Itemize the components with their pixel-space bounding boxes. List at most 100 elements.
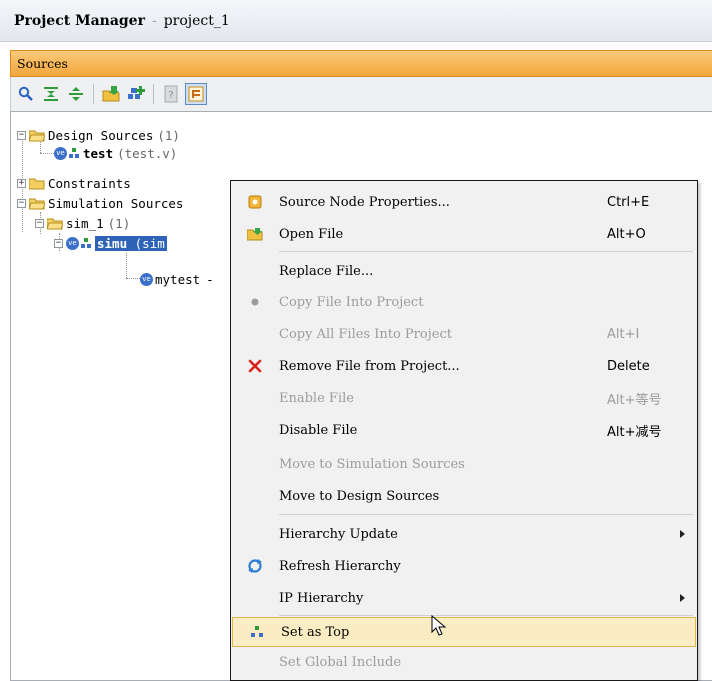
menu-label: Enable File	[279, 390, 354, 406]
menu-shortcut: Delete	[607, 358, 650, 374]
tree-label: sim_1	[66, 215, 104, 231]
window-title-bar: Project Manager - project_1	[0, 0, 712, 42]
sources-panel-title: Sources	[17, 56, 68, 71]
folder-open-icon	[47, 218, 63, 229]
tree-node-mytest[interactable]: ve mytest -	[140, 270, 214, 288]
menu-item-move-to-design-sources[interactable]: Move to Design Sources	[231, 481, 697, 511]
menu-label: Move to Design Sources	[279, 488, 440, 504]
menu-item-refresh-hierarchy[interactable]: Refresh Hierarchy	[231, 551, 697, 581]
menu-item-copy-all-files[interactable]: Copy All Files Into Project Alt+I	[231, 319, 697, 349]
toolbar-separator	[93, 84, 94, 104]
menu-item-move-to-simulation-sources[interactable]: Move to Simulation Sources	[231, 449, 697, 479]
verilog-file-icon: ve	[140, 272, 153, 286]
sources-toolbar: ?	[10, 77, 712, 111]
menu-item-set-global-include[interactable]: Set Global Include	[231, 647, 697, 677]
menu-label: Open File	[279, 226, 344, 242]
tree-node-sim-1[interactable]: − sim_1 (1)	[35, 214, 130, 232]
collapse-toggle-icon[interactable]: −	[17, 198, 26, 208]
expand-all-button[interactable]	[65, 83, 87, 105]
sources-panel-header[interactable]: Sources	[10, 50, 712, 77]
menu-item-remove-file[interactable]: Remove File from Project... Delete	[231, 351, 697, 381]
submenu-arrow-icon	[680, 594, 685, 602]
toolbar-separator	[153, 84, 154, 104]
tree-node-simu[interactable]: − ve simu (sim	[54, 234, 167, 252]
menu-item-enable-file[interactable]: Enable File Alt+等号	[231, 383, 697, 413]
menu-item-disable-file[interactable]: Disable File Alt+减号	[231, 415, 697, 445]
tree-node-simulation-sources[interactable]: − Simulation Sources	[17, 194, 183, 212]
menu-label: Hierarchy Update	[279, 526, 398, 542]
tree-node-design-sources[interactable]: − Design Sources (1)	[17, 126, 180, 144]
context-menu: Source Node Properties... Ctrl+E Open Fi…	[230, 180, 698, 681]
tree-count: (1)	[157, 127, 180, 143]
tree-label: Simulation Sources	[48, 195, 184, 211]
refresh-icon	[231, 558, 279, 574]
menu-separator	[279, 251, 693, 252]
tree-label: Design Sources	[48, 127, 154, 143]
folder-open-icon	[29, 130, 45, 141]
menu-item-ip-hierarchy[interactable]: IP Hierarchy	[231, 583, 697, 613]
tree-node-constraints[interactable]: + Constraints	[17, 174, 131, 192]
app-title: Project Manager	[14, 12, 145, 29]
menu-item-source-node-properties[interactable]: Source Node Properties... Ctrl+E	[231, 187, 697, 217]
search-icon	[18, 86, 33, 101]
show-hierarchy-icon	[188, 86, 204, 102]
menu-separator	[279, 615, 693, 616]
menu-label: Move to Simulation Sources	[279, 456, 465, 472]
add-sources-icon	[102, 86, 120, 102]
menu-label: Disable File	[279, 422, 358, 438]
project-name: project_1	[163, 12, 230, 29]
add-hierarchy-button[interactable]	[125, 83, 147, 105]
menu-label: Refresh Hierarchy	[279, 558, 401, 574]
menu-item-open-file[interactable]: Open File Alt+O	[231, 219, 697, 249]
collapse-toggle-icon[interactable]: −	[54, 238, 63, 248]
verilog-file-icon: ve	[54, 146, 67, 160]
module-suffix: -	[206, 271, 214, 287]
title-separator: -	[151, 12, 157, 29]
menu-shortcut: Alt+减号	[607, 424, 662, 440]
module-name-selected: simu (sim	[95, 235, 167, 251]
menu-item-copy-file-into-project[interactable]: Copy File Into Project	[231, 287, 697, 317]
module-name: mytest	[155, 271, 201, 287]
module-name: test	[83, 145, 114, 161]
menu-label: Copy All Files Into Project	[279, 326, 452, 342]
menu-item-hierarchy-update[interactable]: Hierarchy Update	[231, 519, 697, 549]
verilog-file-icon: ve	[66, 236, 79, 250]
properties-button[interactable]: ?	[160, 83, 182, 105]
folder-open-icon	[29, 198, 45, 209]
svg-text:?: ?	[168, 90, 173, 101]
menu-shortcut: Alt+等号	[607, 392, 662, 408]
expand-all-icon	[69, 87, 83, 101]
menu-shortcut: Ctrl+E	[607, 194, 650, 210]
tree-connector	[126, 278, 140, 279]
collapse-all-icon	[44, 87, 58, 101]
tree-connector	[126, 253, 127, 278]
tree-node-test[interactable]: ve test (test.v)	[54, 144, 177, 162]
dot-icon	[231, 298, 279, 306]
open-file-icon	[231, 227, 279, 241]
submenu-arrow-icon	[680, 530, 685, 538]
menu-label: IP Hierarchy	[279, 590, 364, 606]
top-module-icon	[81, 237, 91, 248]
module-file: (test.v)	[117, 145, 178, 161]
show-hierarchy-button[interactable]	[185, 83, 207, 105]
top-module-icon	[69, 147, 79, 158]
collapse-all-button[interactable]	[40, 83, 62, 105]
add-sources-button[interactable]	[100, 83, 122, 105]
tree-connector	[40, 153, 54, 154]
menu-label: Copy File Into Project	[279, 294, 424, 310]
remove-icon	[231, 359, 279, 373]
search-button[interactable]	[15, 83, 37, 105]
collapse-toggle-icon[interactable]: −	[35, 218, 44, 228]
module-name: simu	[97, 235, 128, 251]
menu-item-replace-file[interactable]: Replace File...	[231, 256, 697, 286]
menu-separator	[279, 514, 693, 515]
menu-label: Remove File from Project...	[279, 358, 460, 374]
expand-toggle-icon[interactable]: +	[17, 178, 26, 188]
module-file: (sim	[134, 235, 165, 251]
menu-item-set-as-top[interactable]: Set as Top	[232, 617, 696, 647]
tree-count: (1)	[107, 215, 131, 231]
properties-icon	[231, 194, 279, 210]
collapse-toggle-icon[interactable]: −	[17, 130, 26, 140]
menu-label: Replace File...	[279, 263, 374, 279]
folder-icon	[29, 178, 45, 189]
